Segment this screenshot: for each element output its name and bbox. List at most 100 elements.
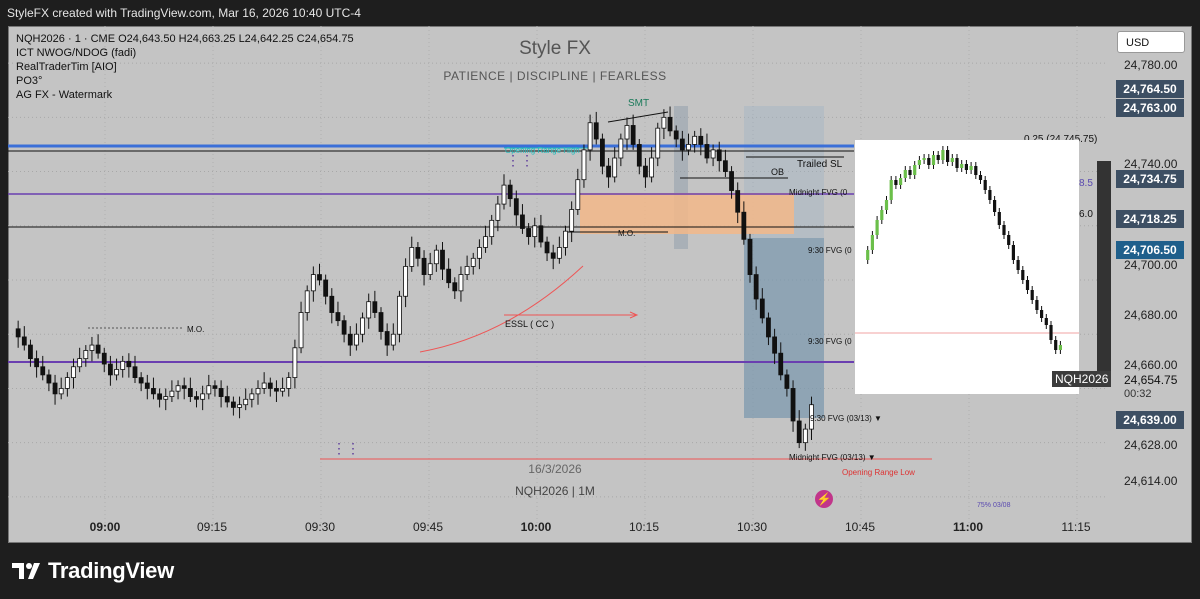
inset-candle-body [917,160,921,165]
candle-body [181,385,187,389]
candle-body [261,382,267,389]
candle-body [267,382,273,389]
lightning-icon[interactable]: ⚡ [815,490,833,508]
candle-body [403,266,409,297]
inset-chart-svg [855,146,1079,354]
candle-body [83,350,89,360]
candle-body [114,369,119,376]
candle-body [323,279,329,297]
fib-side-label-1: 8.5 [1079,178,1093,189]
candle-body [606,165,611,178]
candle-body [630,125,636,145]
inset-candle-body [894,180,898,185]
essl-curve [419,265,584,353]
candle-body [470,257,476,267]
candle-body [704,144,710,159]
candle-body [132,366,138,378]
candle-body [759,298,765,319]
candle-body [612,157,618,178]
candle-body [187,388,193,397]
price-label: 24,700.00 [1124,258,1178,272]
candle-body [507,184,513,200]
candle-body [77,358,83,368]
price-tag: 24,706.50 [1116,241,1184,259]
footprint-icon: ⋮⋮ [332,440,360,456]
candle-body [218,388,224,397]
inset-candle-body [936,155,940,160]
indicator-4[interactable]: AG FX - Watermark [16,88,354,102]
candle-body [212,385,218,389]
inset-candle-body [941,150,945,160]
candle-body [600,138,605,167]
price-tag: 24,734.75 [1116,170,1184,188]
fvg-930-label-c: 9:30 FVG (03/13) ▼ [810,414,882,423]
inset-candle-body [866,250,870,260]
candle-body [280,388,286,392]
inset-candle-body [1044,318,1048,325]
inset-candle-body [1054,340,1058,350]
tradingview-logo: TradingView [12,558,174,583]
candle-body [421,257,427,275]
candle-body [317,274,322,281]
candle-body [15,328,21,338]
candle-body [360,317,365,335]
candle-body [397,295,402,335]
time-label: 10:30 [736,520,768,534]
candle-body [563,230,568,248]
inset-chart [855,140,1079,394]
time-label: 09:15 [196,520,228,534]
candle-body [384,331,390,346]
inset-candle-body [988,190,992,200]
currency-button[interactable]: USD [1117,31,1185,53]
candle-body [446,268,452,284]
price-label: 24,660.00 [1124,358,1178,372]
inset-candle-body [978,175,983,180]
candle-body [304,290,310,313]
inset-candle-body [983,180,987,190]
candle-body [310,274,316,292]
candle-body [329,295,335,313]
candle-body [28,344,33,360]
candle-body [556,247,562,259]
inset-candle-body [870,235,874,250]
inset-candle-body [997,212,1001,225]
candle-body [710,149,716,159]
candle-body [390,333,396,346]
time-label: 09:00 [89,520,121,534]
candle-body [483,236,488,248]
candle-body [95,344,101,354]
candle-body [802,428,808,444]
candle-body [532,225,538,238]
inset-candle-body [964,164,968,170]
candle-body [341,320,347,335]
inset-candle-body [889,180,893,200]
candle-body [409,247,415,267]
inset-candle-body [946,150,950,162]
candle-body [513,198,519,216]
inset-candle-body [931,155,936,165]
time-label: 09:45 [412,520,444,534]
time-label: 10:45 [844,520,876,534]
candle-body [784,374,790,389]
candle-body [347,333,353,346]
candle-body [520,214,525,229]
candle-body [790,388,796,422]
candle-body [501,184,507,205]
candle-body [298,312,304,349]
candle-body [378,312,384,332]
candle-body [21,336,27,346]
trailed-sl-label: Trailed SL [797,159,843,170]
candle-body [735,190,741,213]
candle-body [58,388,64,395]
candle-body [569,209,575,232]
inset-candle-body [960,164,964,168]
inset-candle-body [969,166,973,170]
candle-body [464,266,470,275]
candle-body [194,396,199,400]
inset-candle-body [880,210,884,220]
watermark-subtitle: PATIENCE | DISCIPLINE | FEARLESS [443,69,667,83]
candle-body [766,317,771,338]
inset-candle-body [1040,310,1044,318]
fvg-930-label-a: 9:30 FVG (0 [808,246,852,255]
mo-label-2: M.O. [618,229,636,238]
